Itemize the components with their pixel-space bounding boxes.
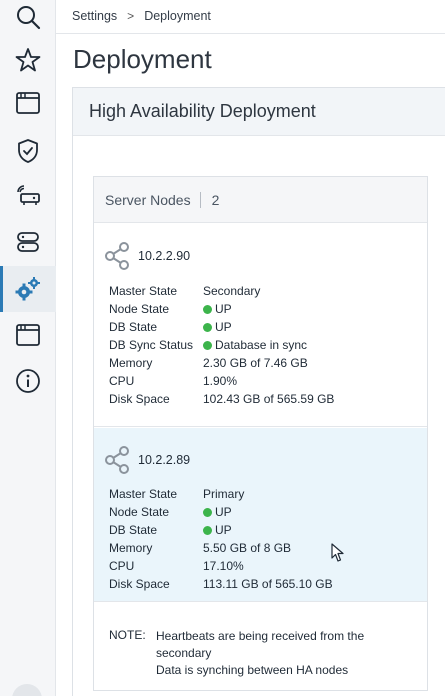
node-ip: 10.2.2.90 [138, 249, 191, 263]
detail-row: CPU 1.90% [109, 372, 334, 390]
window-icon [16, 324, 40, 346]
detail-label: CPU [109, 559, 135, 573]
nav-info[interactable] [0, 358, 56, 404]
note-line-sync: Data is synching between HA nodes [156, 663, 349, 677]
db-state-value: UP [203, 320, 232, 334]
breadcrumb-deployment: Deployment [144, 9, 211, 23]
detail-row: DB State UP [109, 318, 334, 336]
detail-label: Disk Space [109, 392, 170, 406]
master-state-value: Secondary [203, 284, 261, 298]
detail-label: Master State [109, 487, 178, 501]
shield-check-icon [18, 139, 38, 163]
db-sync-value: Database in sync [203, 338, 307, 352]
note-label: NOTE: [109, 628, 146, 642]
cpu-value: 1.90% [203, 374, 238, 388]
node-state-text: UP [215, 302, 232, 316]
nav-applications[interactable] [0, 172, 56, 218]
breadcrumb: Settings > Deployment [72, 8, 211, 24]
detail-label: Master State [109, 284, 178, 298]
detail-row: Memory 2.30 GB of 7.46 GB [109, 354, 334, 372]
nav-favorites[interactable] [0, 37, 56, 83]
user-avatar[interactable] [12, 684, 42, 696]
note-line-heartbeat: Heartbeats are being received from the s… [156, 629, 365, 660]
ha-panel-title: High Availability Deployment [73, 88, 445, 136]
node-header: 10.2.2.90 [104, 242, 190, 270]
detail-row: Node State UP [109, 503, 333, 521]
server-nodes-count: 2 [211, 191, 220, 208]
detail-row: Node State UP [109, 300, 334, 318]
status-up-dot [203, 507, 212, 517]
db-state-value: UP [203, 523, 232, 537]
server-nodes-panel: Server Nodes 2 10.2.2.90 Master State Sec… [93, 176, 428, 691]
detail-label: Memory [109, 356, 153, 370]
status-up-dot [203, 304, 212, 314]
db-sync-text: Database in sync [215, 338, 308, 352]
master-state-value: Primary [203, 487, 245, 501]
detail-label: DB Sync Status [109, 338, 194, 352]
nav-security[interactable] [0, 128, 56, 174]
detail-row: Memory 5.50 GB of 8 GB [109, 539, 333, 557]
breadcrumb-settings[interactable]: Settings [72, 9, 117, 23]
db-state-text: UP [215, 523, 232, 537]
node-ip: 10.2.2.89 [138, 453, 191, 467]
breadcrumb-separator: > [127, 9, 135, 23]
server-nodes-label: Server Nodes [105, 191, 191, 208]
window-icon [16, 92, 40, 114]
db-state-text: UP [215, 320, 232, 334]
node-details: Master State Primary Node State UP DB Stat… [109, 485, 333, 593]
server-nodes-header: Server Nodes 2 [94, 177, 427, 223]
server-node-card[interactable]: 10.2.2.90 Master State Secondary Node Sta… [94, 224, 427, 427]
status-up-dot [203, 525, 212, 535]
detail-row: DB Sync Status Database in sync [109, 336, 334, 354]
detail-row: DB State UP [109, 521, 333, 539]
nav-window[interactable] [0, 312, 56, 358]
cpu-value: 17.10% [203, 559, 244, 573]
status-up-dot [203, 322, 212, 332]
page-title: Deployment [73, 44, 212, 74]
detail-label: Memory [109, 541, 153, 555]
detail-row: CPU 17.10% [109, 557, 333, 575]
detail-row: Master State Secondary [109, 282, 334, 300]
node-state-value: UP [203, 302, 232, 316]
storage-icon [17, 232, 39, 252]
memory-value: 5.50 GB of 8 GB [203, 541, 292, 555]
node-state-text: UP [215, 505, 232, 519]
side-nav-rail [0, 0, 56, 696]
share-nodes-icon [105, 242, 129, 270]
memory-value: 2.30 GB of 7.46 GB [203, 356, 308, 370]
header-divider-bar [199, 191, 201, 208]
node-header: 10.2.2.89 [104, 446, 190, 474]
note-text: Heartbeats are being received from the s… [156, 628, 396, 679]
star-icon [15, 48, 41, 72]
header-divider [56, 33, 445, 34]
nav-search[interactable] [0, 0, 56, 40]
detail-label: CPU [109, 374, 135, 388]
node-details: Master State Secondary Node State UP DB St… [109, 282, 334, 408]
detail-label: DB State [109, 320, 158, 334]
detail-row: Disk Space 113.11 GB of 565.10 GB [109, 575, 333, 593]
search-icon [17, 6, 41, 30]
share-nodes-icon [105, 446, 129, 474]
info-icon [16, 369, 40, 393]
server-node-card[interactable]: 10.2.2.89 Master State Primary Node State… [94, 428, 427, 602]
detail-label: DB State [109, 523, 158, 537]
ha-note: NOTE: Heartbeats are being received from… [109, 628, 396, 679]
nav-storage[interactable] [0, 219, 56, 265]
detail-label: Disk Space [109, 577, 170, 591]
disk-value: 113.11 GB of 565.10 GB [203, 577, 333, 591]
status-up-dot [203, 340, 212, 350]
detail-row: Disk Space 102.43 GB of 565.59 GB [109, 390, 334, 408]
nav-dashboard[interactable] [0, 80, 56, 126]
detail-row: Master State Primary [109, 485, 333, 503]
disk-value: 102.43 GB of 565.59 GB [203, 392, 335, 406]
node-state-value: UP [203, 505, 232, 519]
detail-label: Node State [109, 302, 170, 316]
detail-label: Node State [109, 505, 170, 519]
gears-icon [15, 277, 40, 301]
nav-settings[interactable] [0, 266, 56, 312]
mouse-cursor-icon [331, 543, 344, 562]
network-appliance-icon [17, 185, 40, 205]
